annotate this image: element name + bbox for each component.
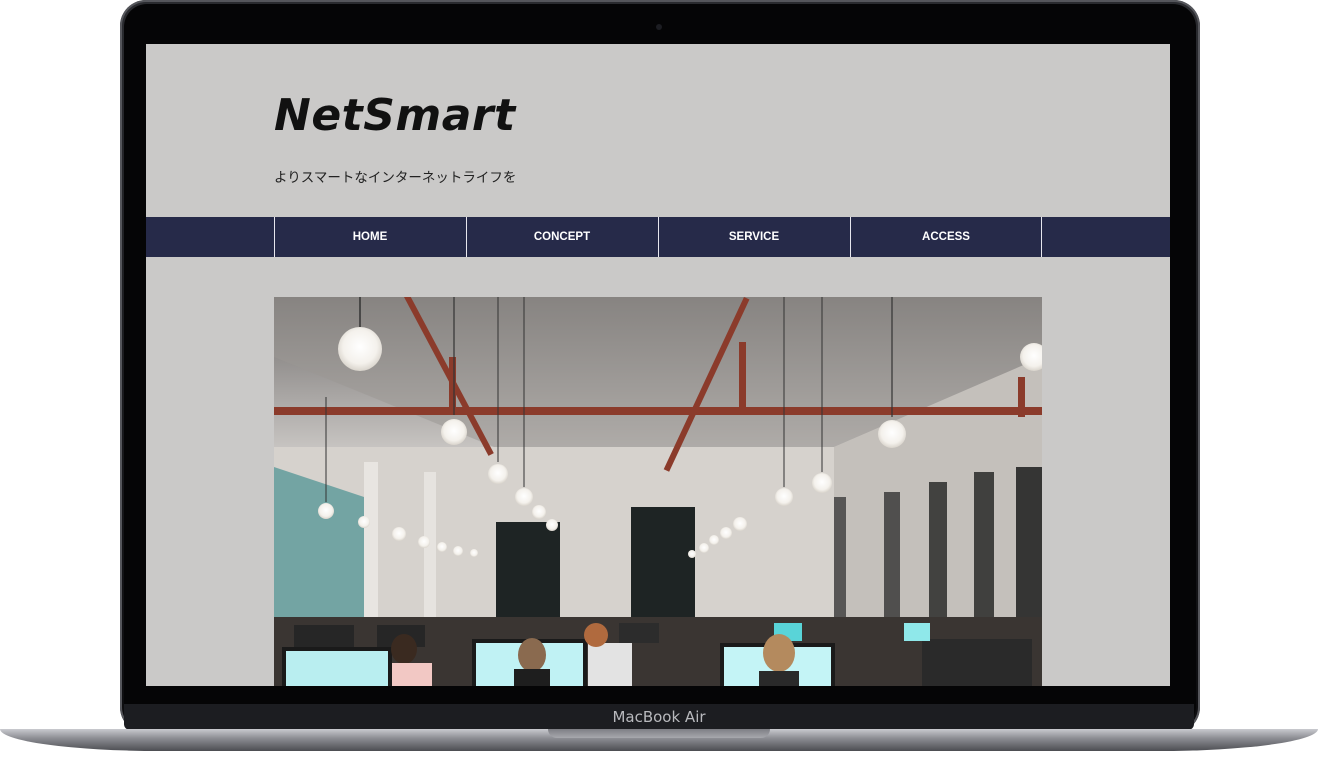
device-label: MacBook Air: [612, 708, 706, 726]
nav-item-service[interactable]: SERVICE: [658, 217, 849, 257]
site-logo[interactable]: NetSmart: [274, 90, 516, 141]
camera-icon: [656, 24, 662, 30]
nav-item-home[interactable]: HOME: [274, 217, 465, 257]
site-tagline: よりスマートなインターネットライフを: [274, 170, 517, 185]
nav-divider: [1041, 217, 1042, 257]
laptop-chin: MacBook Air: [124, 704, 1194, 730]
laptop-mockup: NetSmart よりスマートなインターネットライフを HOME CONCEPT…: [0, 0, 1318, 757]
nav-item-access[interactable]: ACCESS: [850, 217, 1041, 257]
hero-image: [274, 297, 1042, 686]
office-photo: [274, 297, 1042, 686]
nav-item-concept[interactable]: CONCEPT: [466, 217, 657, 257]
laptop-notch: [548, 729, 770, 738]
main-nav: HOME CONCEPT SERVICE ACCESS: [146, 217, 1170, 257]
website-screen: NetSmart よりスマートなインターネットライフを HOME CONCEPT…: [146, 44, 1170, 686]
